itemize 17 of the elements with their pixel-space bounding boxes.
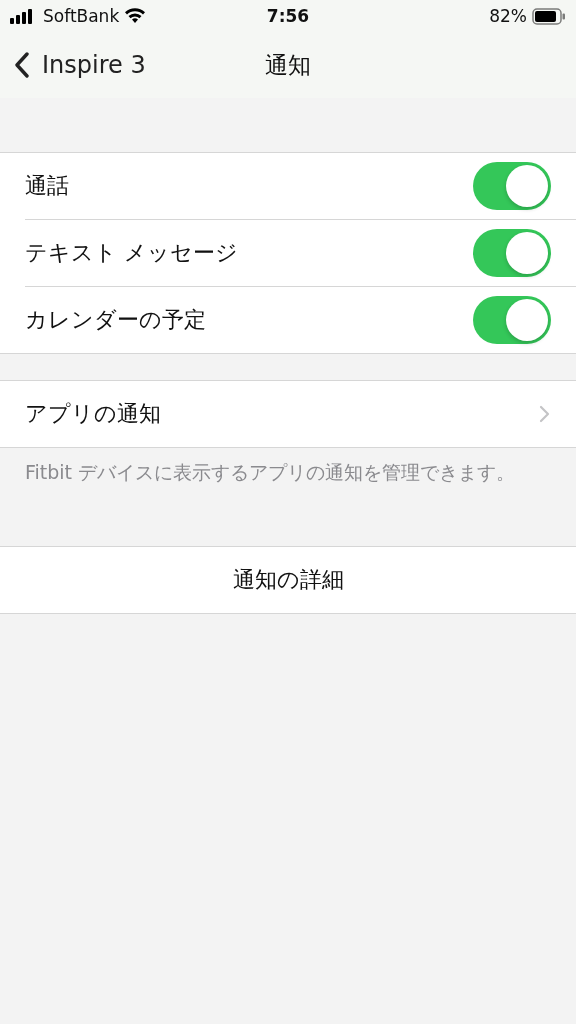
app-notifications-item[interactable]: アプリの通知 xyxy=(0,381,576,447)
back-button[interactable]: Inspire 3 xyxy=(0,51,146,79)
toggle-switch[interactable] xyxy=(473,229,551,277)
battery-icon xyxy=(532,7,566,25)
chevron-left-icon xyxy=(14,52,30,78)
status-time: 7:56 xyxy=(265,6,311,26)
toggle-switch[interactable] xyxy=(473,296,551,344)
toggle-switch[interactable] xyxy=(473,162,551,210)
screen-title: 通知 xyxy=(264,50,312,80)
battery-percent: 82% xyxy=(489,6,527,26)
wifi-icon xyxy=(124,8,147,24)
toggle-label: カレンダーの予定 xyxy=(25,306,206,334)
footer-note: Fitbit デバイスに表示するアプリの通知を管理できます。 xyxy=(25,460,517,485)
chevron-right-icon xyxy=(539,405,550,423)
toggle-label: 通話 xyxy=(25,172,69,200)
carrier-name: SoftBank xyxy=(43,6,120,26)
toggle-label: テキスト メッセージ xyxy=(25,239,238,267)
